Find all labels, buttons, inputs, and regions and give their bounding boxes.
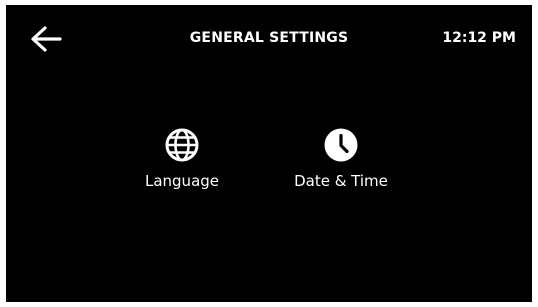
settings-screen: GENERAL SETTINGS 12:12 PM Language Date …: [6, 5, 532, 302]
language-tile[interactable]: Language: [122, 126, 242, 196]
globe-icon: [165, 128, 199, 162]
status-time: 12:12 PM: [442, 30, 516, 46]
date-time-tile[interactable]: Date & Time: [281, 126, 401, 196]
language-label: Language: [144, 172, 220, 190]
clock-icon: [324, 128, 358, 162]
date-time-label: Date & Time: [294, 172, 388, 190]
